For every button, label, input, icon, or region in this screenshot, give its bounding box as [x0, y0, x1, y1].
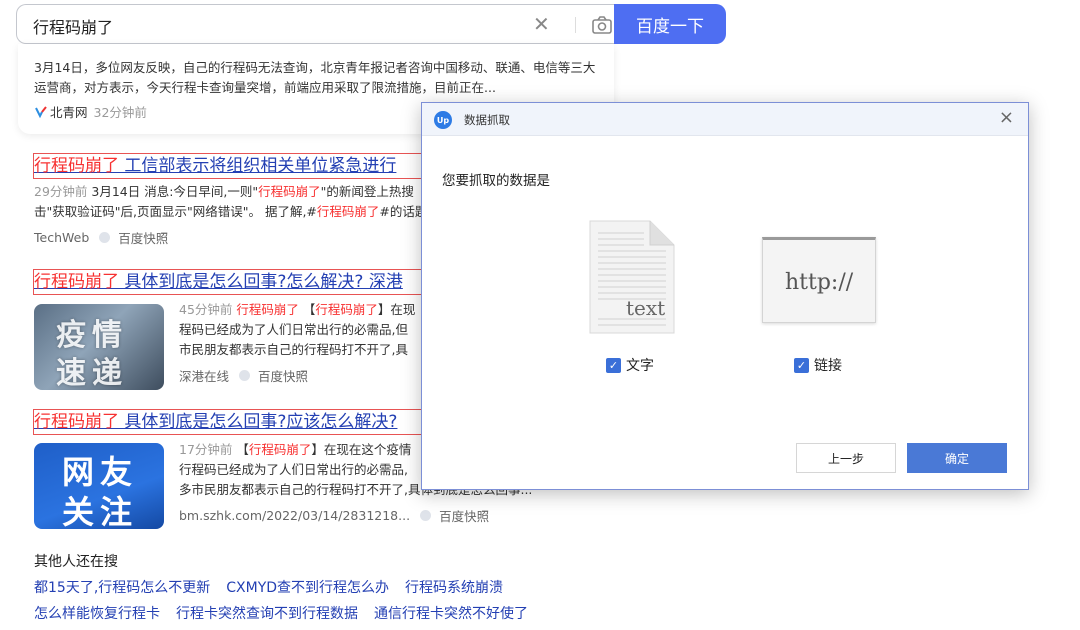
snapshot-link[interactable]: 百度快照 [439, 506, 489, 525]
snapshot-icon [239, 370, 251, 381]
related-search-link[interactable]: 行程码系统崩溃 [405, 577, 503, 597]
clear-icon[interactable]: ✕ [533, 13, 550, 35]
confirm-button[interactable]: 确定 [907, 443, 1007, 473]
result-source[interactable]: TechWeb [34, 230, 89, 245]
result-meta: bm.szhk.com/2022/03/14/2831218... 百度快照 [179, 506, 599, 525]
option-text-label: 文字 [626, 358, 654, 374]
title-keyword: 行程码崩了 [34, 156, 119, 176]
related-searches-row: 怎么样能恢复行程卡 行程卡突然查询不到行程数据 通信行程卡突然不好使了 [34, 603, 528, 623]
abstract-text: 击"获取验证码"后,页面显示"网络错误"。 据了解,# [34, 204, 317, 219]
related-search-link[interactable]: 行程卡突然查询不到行程数据 [176, 603, 358, 623]
search-box[interactable]: 行程码崩了 ✕ [16, 4, 614, 44]
thumbnail-text: 速递 [56, 356, 128, 390]
snapshot-icon [420, 510, 432, 521]
abstract-text: 3月14日 消息:今日早间,一则" [87, 184, 259, 199]
title-keyword: 行程码崩了 [34, 412, 119, 432]
abstract-text: 行程码已经成为了人们日常出行的必需品, [179, 462, 408, 477]
related-search-link[interactable]: 都15天了,行程码怎么不更新 [34, 577, 210, 597]
related-search-link[interactable]: 通信行程卡突然不好使了 [374, 603, 528, 623]
result-source[interactable]: bm.szhk.com/2022/03/14/2831218... [179, 508, 410, 523]
app-logo-icon: Up [434, 111, 452, 129]
thumbnail-text: 关注 [62, 493, 139, 529]
result-thumbnail[interactable]: 疫情 速递 [34, 304, 164, 390]
text-checkbox-row[interactable]: ✓ 文字 [606, 355, 654, 375]
abstract-keyword: 行程码崩了 [258, 184, 321, 199]
source-logo-icon [35, 105, 47, 118]
option-link[interactable]: http:// ✓ 链接 [762, 219, 882, 379]
result-time: 17分钟前 [179, 442, 233, 457]
checkbox-checked-icon[interactable]: ✓ [606, 357, 621, 373]
title-keyword: 行程码崩了 [34, 272, 119, 292]
dialog-prompt: 您要抓取的数据是 [442, 173, 550, 189]
snapshot-icon [99, 232, 111, 243]
page: 行程码崩了 ✕ 百度一下 3月14日，多位网友反映，自己的行程码无法查询，北京青… [0, 0, 1080, 630]
search-button[interactable]: 百度一下 [614, 4, 726, 44]
search-input[interactable]: 行程码崩了 [33, 14, 113, 38]
link-checkbox-row[interactable]: ✓ 链接 [794, 355, 842, 375]
abstract-keyword: 行程码崩了 [236, 302, 299, 317]
related-searches-row: 都15天了,行程码怎么不更新 CXMYD查不到行程怎么办 行程码系统崩溃 [34, 577, 503, 597]
abstract-text: 程码已经成为了人们日常出行的必需品,但 [179, 322, 408, 337]
dialog-titlebar[interactable]: Up 数据抓取 × [422, 103, 1028, 136]
text-document-icon: text [589, 220, 675, 334]
related-search-link[interactable]: CXMYD查不到行程怎么办 [226, 577, 389, 597]
option-link-label: 链接 [814, 358, 842, 374]
abstract-text: 在现 [390, 302, 416, 317]
result-time: 29分钟前 [34, 184, 88, 199]
doc-icon-text: text [626, 296, 665, 320]
divider [575, 17, 576, 33]
top-card-source[interactable]: 北青网 [50, 102, 88, 121]
abstract-keyword: 行程码崩了 [248, 442, 312, 457]
related-search-link[interactable]: 怎么样能恢复行程卡 [34, 603, 160, 623]
close-icon[interactable]: × [999, 108, 1014, 128]
camera-icon[interactable] [591, 15, 613, 39]
checkbox-checked-icon[interactable]: ✓ [794, 357, 809, 373]
abstract-text: 市民朋友都表示自己的行程码打不开了,具 [179, 342, 408, 357]
title-text: 具体到底是怎么回事?应该怎么解决? [119, 412, 398, 432]
abstract-text: 在现在这个疫情 [323, 442, 412, 457]
snapshot-link[interactable]: 百度快照 [258, 366, 308, 385]
previous-button[interactable]: 上一步 [796, 443, 896, 473]
title-text: 工信部表示将组织相关单位紧急进行 [119, 156, 397, 176]
abstract-keyword: 行程码崩了 [316, 204, 380, 219]
result-time: 45分钟前 [179, 302, 233, 317]
option-text[interactable]: text ✓ 文字 [586, 219, 706, 379]
dialog-title: 数据抓取 [464, 113, 510, 127]
related-searches-heading: 其他人还在搜 [34, 554, 118, 570]
browser-link-icon: http:// [762, 237, 876, 323]
result-thumbnail[interactable]: 网友 关注 [34, 443, 164, 529]
top-card-source-row: 北青网 32分钟前 [34, 102, 147, 121]
snapshot-link[interactable]: 百度快照 [118, 228, 168, 247]
abstract-text: "的新闻登上热搜 [320, 184, 414, 199]
http-icon-text: http:// [785, 270, 854, 295]
top-card-time: 32分钟前 [93, 105, 147, 120]
abstract-keyword: 行程码崩了 [315, 302, 378, 317]
data-capture-dialog: Up 数据抓取 × 您要抓取的数据是 text ✓ 文字 http:// ✓ 链… [421, 102, 1029, 490]
result-source[interactable]: 深港在线 [179, 366, 229, 385]
top-card-abstract: 3月14日，多位网友反映，自己的行程码无法查询，北京青年报记者咨询中国移动、联通… [34, 60, 596, 95]
title-text: 具体到底是怎么回事?怎么解决? 深港 [119, 272, 403, 292]
